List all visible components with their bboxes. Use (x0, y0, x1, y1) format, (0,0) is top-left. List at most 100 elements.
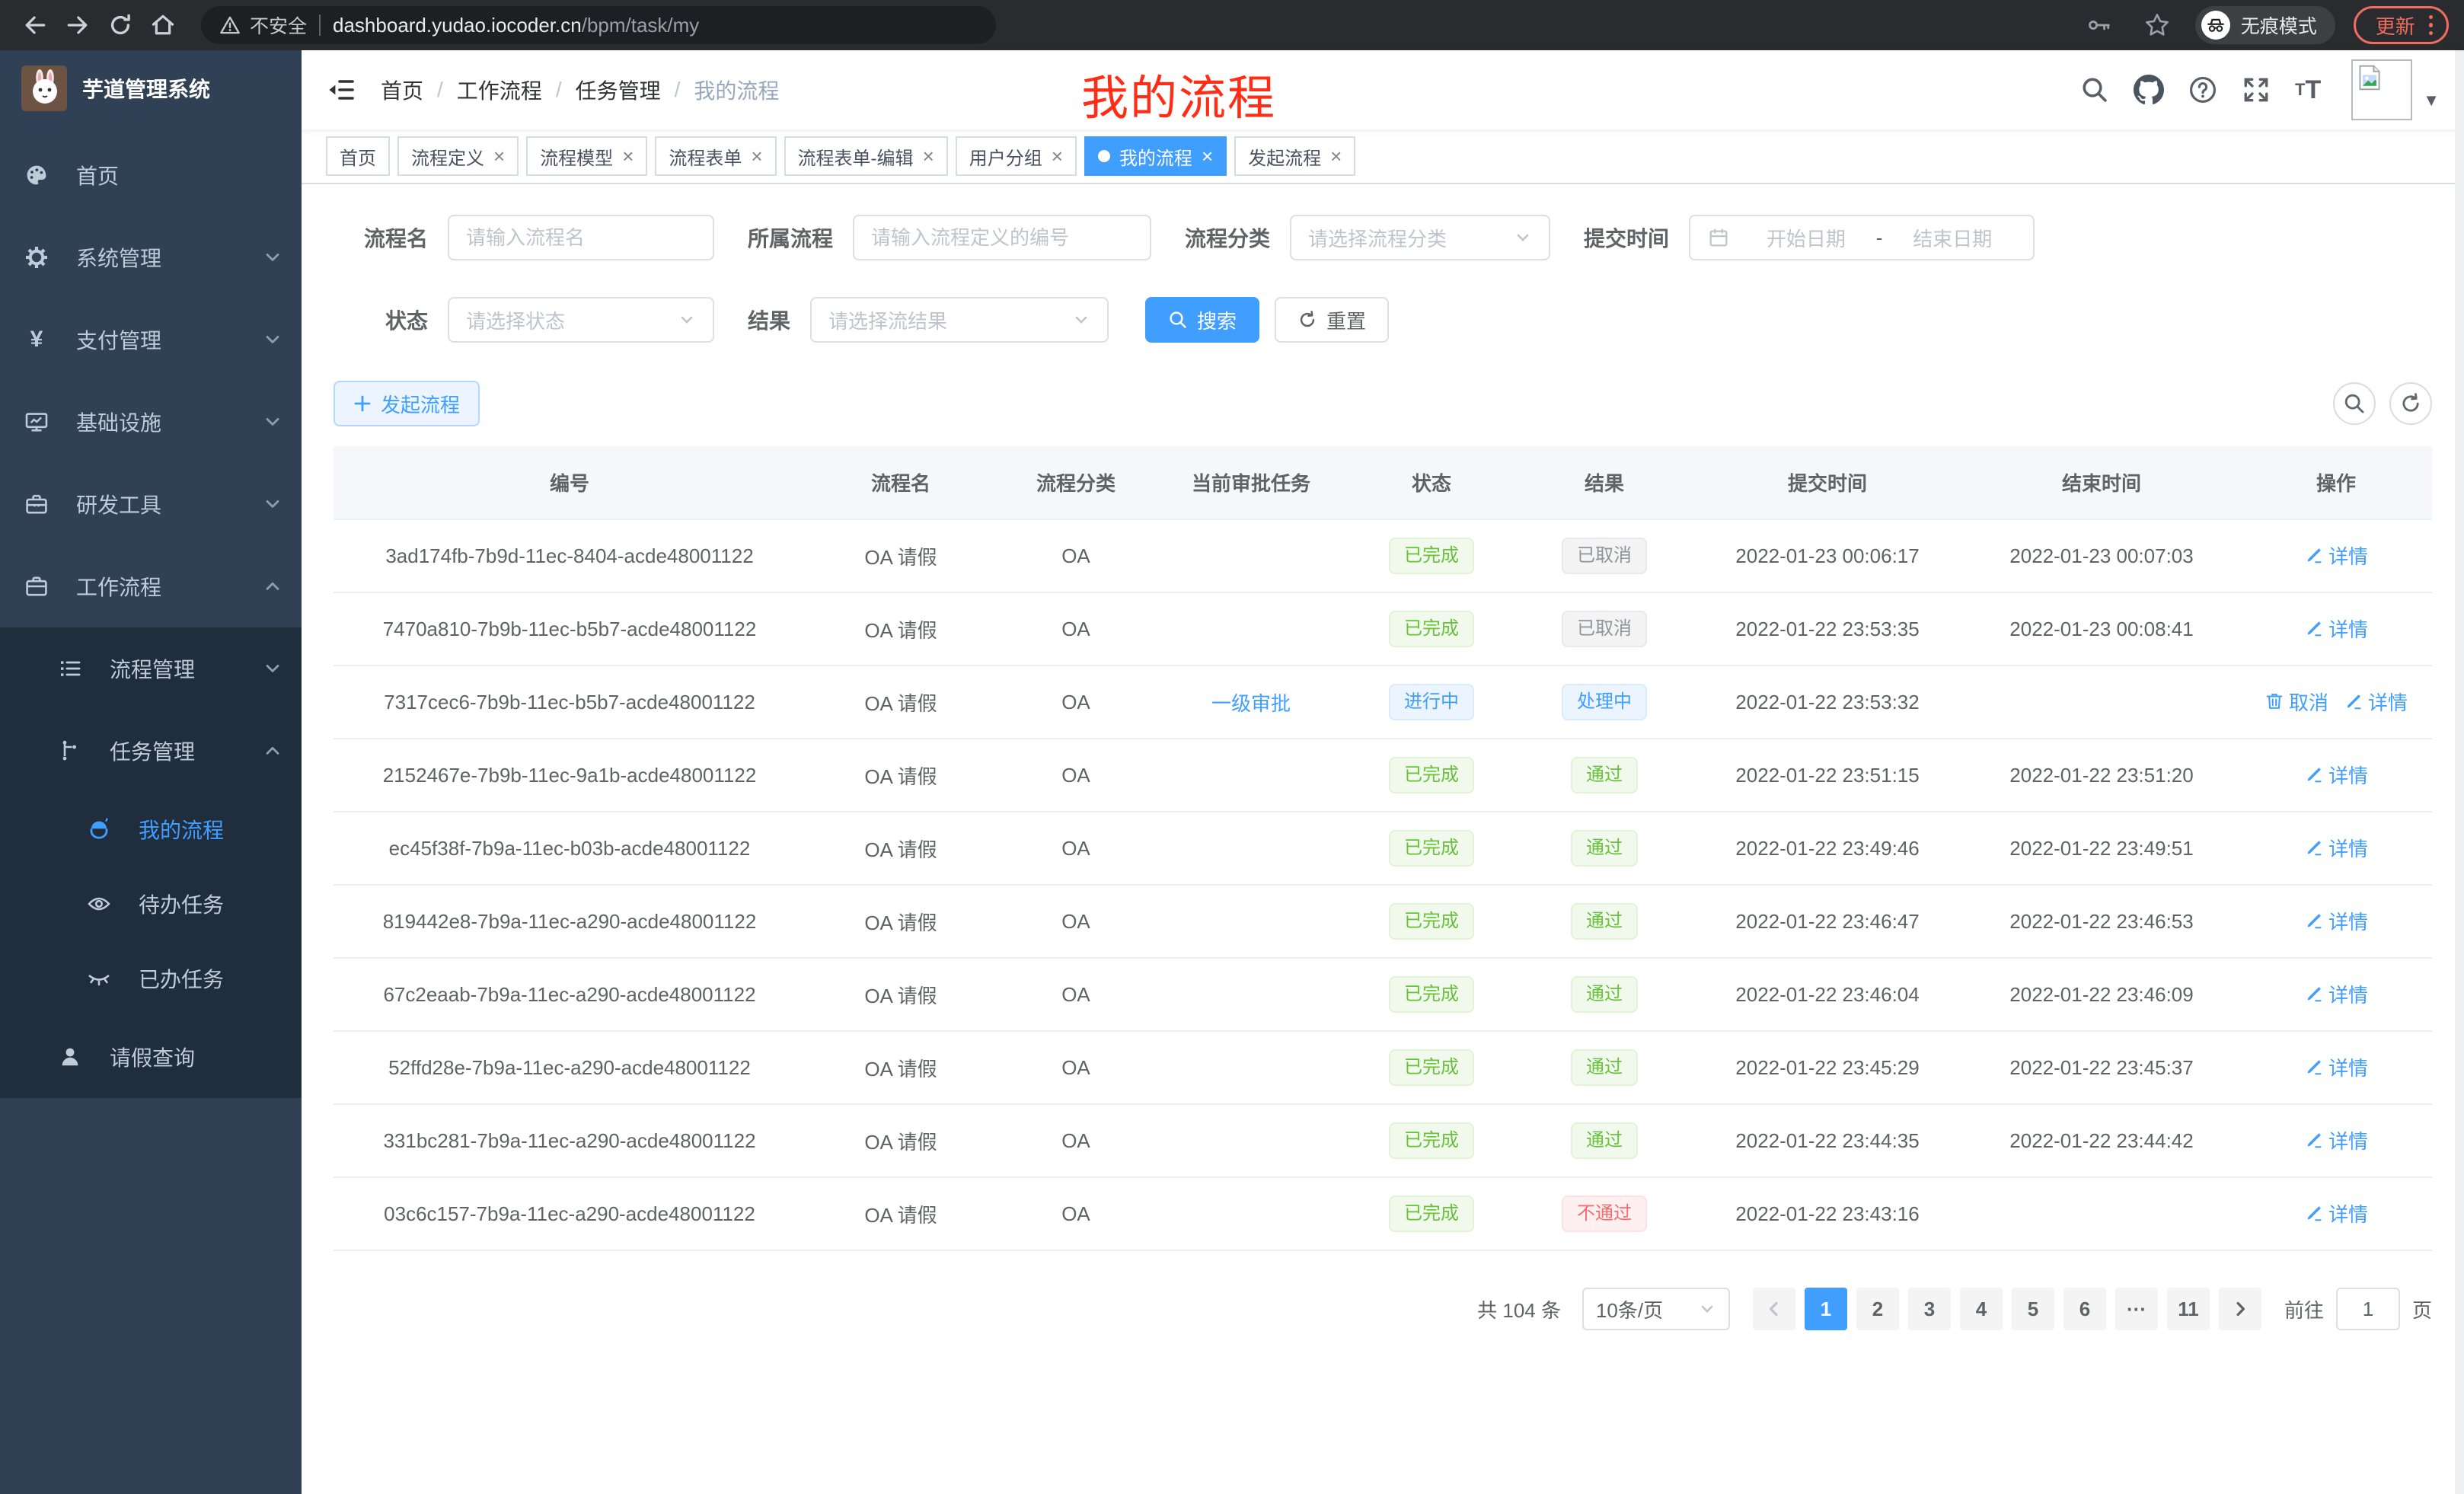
close-icon[interactable]: × (1202, 146, 1213, 166)
breadcrumb-item[interactable]: 工作流程 (457, 75, 542, 105)
breadcrumb-item[interactable]: 首页 (381, 75, 423, 105)
avatar[interactable] (2351, 59, 2412, 120)
filter-category-label: 流程分类 (1185, 222, 1270, 253)
sidebar-item-home[interactable]: 首页 (0, 134, 302, 216)
filter-status-label: 状态 (334, 305, 428, 335)
sidebar-item-task-mgmt[interactable]: 任务管理 (0, 710, 302, 792)
font-size-icon[interactable]: TT (2295, 77, 2321, 103)
sidebar-item-infra[interactable]: 基础设施 (0, 381, 302, 463)
cancel-link[interactable]: 取消 (2265, 688, 2328, 716)
page-button[interactable]: 2 (1856, 1288, 1899, 1330)
toggle-search-button[interactable] (2333, 382, 2376, 425)
tab-process-form-edit[interactable]: 流程表单-编辑× (784, 136, 948, 176)
goto-page-input[interactable] (2336, 1288, 2400, 1330)
detail-link[interactable]: 详情 (2344, 688, 2408, 716)
user-menu[interactable]: ▼ (2351, 59, 2440, 120)
chevron-down-icon (1072, 311, 1090, 329)
col-header: 结束时间 (1963, 446, 2240, 519)
page-button[interactable]: 1 (1805, 1288, 1847, 1330)
close-icon[interactable]: × (923, 146, 934, 166)
detail-link[interactable]: 详情 (2304, 615, 2368, 643)
github-icon[interactable] (2134, 75, 2164, 105)
tab-process-model[interactable]: 流程模型× (526, 136, 647, 176)
reload-icon[interactable] (101, 5, 140, 45)
close-icon[interactable]: × (751, 146, 762, 166)
close-icon[interactable]: × (622, 146, 634, 166)
detail-link[interactable]: 详情 (2304, 980, 2368, 1008)
detail-link[interactable]: 详情 (2304, 1053, 2368, 1081)
page-scrollbar[interactable] (2455, 50, 2464, 1494)
list-icon (58, 656, 82, 681)
address-bar[interactable]: 不安全 dashboard.yudao.iocoder.cn/bpm/task/… (201, 6, 996, 44)
start-process-button[interactable]: 发起流程 (334, 381, 480, 426)
app-logo[interactable]: 芋道管理系统 (0, 50, 302, 126)
sidebar-item-done-tasks[interactable]: 已办任务 (0, 941, 302, 1016)
close-icon[interactable]: × (1052, 146, 1063, 166)
page-button[interactable]: 6 (2063, 1288, 2106, 1330)
tab-home[interactable]: 首页 (326, 136, 390, 176)
bookmark-star-icon[interactable] (2137, 5, 2177, 45)
result-select[interactable]: 请选择流结果 (810, 297, 1109, 343)
category-select[interactable]: 请选择流程分类 (1290, 215, 1550, 260)
sidebar-item-workflow[interactable]: 工作流程 (0, 545, 302, 627)
page-size-select[interactable]: 10条/页 (1582, 1288, 1730, 1330)
tab-my-process[interactable]: 我的流程× (1084, 136, 1227, 176)
page-button[interactable]: 4 (1960, 1288, 2003, 1330)
reset-button[interactable]: 重置 (1275, 297, 1389, 343)
tab-start-process[interactable]: 发起流程× (1234, 136, 1355, 176)
status-badge: 已完成 (1389, 611, 1474, 647)
close-icon[interactable]: × (1330, 146, 1342, 166)
search-button[interactable]: 搜索 (1145, 297, 1259, 343)
browser-menu-icon[interactable] (2429, 15, 2433, 35)
status-badge: 已完成 (1389, 1196, 1474, 1232)
fullscreen-icon[interactable] (2242, 75, 2271, 104)
tab-user-group[interactable]: 用户分组× (956, 136, 1077, 176)
monitor-icon (24, 410, 49, 434)
detail-link[interactable]: 详情 (2304, 1126, 2368, 1154)
sidebar-item-devtools[interactable]: 研发工具 (0, 463, 302, 545)
active-dot (1098, 150, 1110, 162)
prev-page-button[interactable] (1753, 1288, 1795, 1330)
not-secure-indicator[interactable]: 不安全 (219, 11, 307, 39)
page-button[interactable]: 11 (2167, 1288, 2210, 1330)
submit-time-range-picker[interactable]: 开始日期 - 结束日期 (1689, 215, 2035, 260)
header-search-icon[interactable] (2080, 75, 2109, 104)
sidebar-item-leave-query[interactable]: 请假查询 (0, 1016, 302, 1098)
next-page-button[interactable] (2219, 1288, 2261, 1330)
detail-link[interactable]: 详情 (2304, 907, 2368, 935)
more-pages-button[interactable]: ··· (2115, 1288, 2158, 1330)
table-row: 67c2eaab-7b9a-11ec-a290-acde48001122OA 请… (334, 958, 2432, 1031)
breadcrumb-item[interactable]: 任务管理 (576, 75, 661, 105)
sidebar-item-payment[interactable]: ¥ 支付管理 (0, 298, 302, 381)
sidebar-fold-icon[interactable] (326, 75, 356, 105)
sidebar-item-my-process[interactable]: 我的流程 (0, 792, 302, 867)
back-icon[interactable] (15, 5, 55, 45)
page-button[interactable]: 3 (1908, 1288, 1951, 1330)
tab-process-definition[interactable]: 流程定义× (397, 136, 519, 176)
process-name-input[interactable] (448, 215, 714, 260)
current-task-link[interactable]: 一级审批 (1211, 692, 1291, 715)
home-icon[interactable] (143, 5, 183, 45)
tab-process-form[interactable]: 流程表单× (655, 136, 776, 176)
close-icon[interactable]: × (493, 146, 505, 166)
refresh-table-button[interactable] (2389, 382, 2432, 425)
search-icon (1168, 310, 1188, 330)
forward-icon[interactable] (58, 5, 97, 45)
password-key-icon[interactable] (2079, 5, 2119, 45)
detail-link[interactable]: 详情 (2304, 1199, 2368, 1227)
detail-link[interactable]: 详情 (2304, 541, 2368, 570)
help-icon[interactable] (2188, 75, 2217, 104)
table-row: ec45f38f-7b9a-11ec-b03b-acde48001122OA 请… (334, 812, 2432, 885)
pen-icon (2304, 618, 2324, 638)
browser-update-button[interactable]: 更新 (2354, 6, 2449, 44)
page-button[interactable]: 5 (2012, 1288, 2054, 1330)
sidebar-item-process-mgmt[interactable]: 流程管理 (0, 627, 302, 710)
warning-icon (219, 14, 241, 36)
process-definition-input[interactable] (853, 215, 1151, 260)
sidebar-item-todo-tasks[interactable]: 待办任务 (0, 867, 302, 941)
status-select[interactable]: 请选择状态 (448, 297, 714, 343)
sidebar-item-system[interactable]: 系统管理 (0, 216, 302, 298)
detail-link[interactable]: 详情 (2304, 834, 2368, 862)
detail-link[interactable]: 详情 (2304, 761, 2368, 789)
sidebar-menu: 首页 系统管理 ¥ 支付管理 基础设施 (0, 126, 302, 1098)
